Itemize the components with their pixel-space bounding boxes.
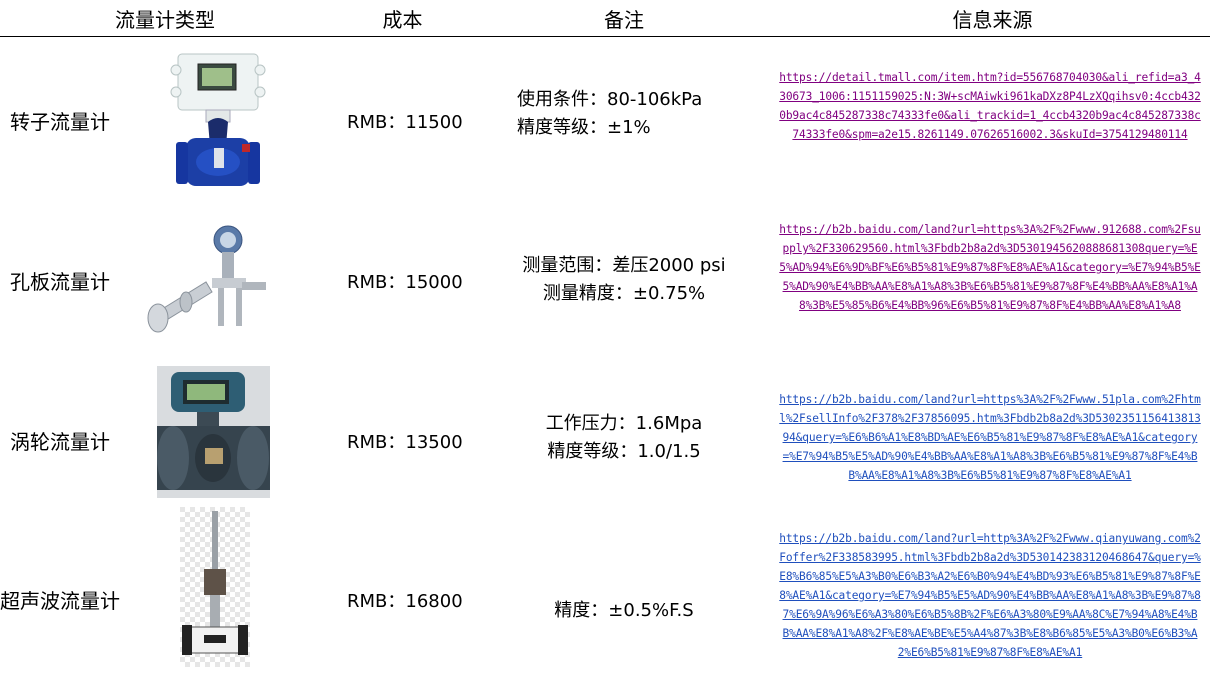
rotameter-image (168, 50, 268, 192)
table-header-row: 流量计类型 成本 备注 信息来源 (0, 0, 1210, 37)
note-line: 测量精度：±0.75% (542, 283, 706, 304)
note-cell: 精度：±0.5%F.S (478, 597, 770, 625)
turbine-meter-image (157, 366, 270, 498)
meter-type-label: 涡轮流量计 (10, 430, 110, 454)
note-line: 精度：±0.5%F.S (554, 600, 694, 621)
header-note: 备注 (604, 8, 644, 32)
table-row: 孔板流量计 RMB：15000 测量范围：差压2000 psi 测量精度：±0.… (0, 200, 1210, 360)
source-link[interactable]: https://detail.tmall.com/item.htm?id=556… (776, 68, 1204, 144)
orifice-meter-image (146, 222, 272, 334)
meter-type-label: 转子流量计 (10, 110, 110, 134)
note-line: 工作压力：1.6Mpa (545, 413, 703, 434)
ultrasonic-meter-image (180, 507, 250, 667)
table-row: 转子流量计 RMB：11500 使用条件：80-106kPa 精度等级：±1% … (0, 40, 1210, 200)
source-link[interactable]: https://b2b.baidu.com/land?url=https%3A%… (776, 390, 1204, 485)
note-line: 精度等级：±1% (517, 117, 651, 138)
note-cell: 测量范围：差压2000 psi 测量精度：±0.75% (478, 252, 770, 308)
header-type: 流量计类型 (115, 8, 215, 32)
source-link[interactable]: https://b2b.baidu.com/land?url=http%3A%2… (776, 529, 1204, 662)
cost-value: RMB：11500 (347, 112, 463, 133)
note-cell: 使用条件：80-106kPa 精度等级：±1% (517, 86, 702, 142)
cost-value: RMB：15000 (347, 272, 463, 293)
header-cost: 成本 (382, 8, 423, 32)
table-row: 涡轮流量计 RMB：13500 工作压力：1.6Mpa 精度等级：1.0/1.5… (0, 360, 1210, 510)
note-line: 使用条件：80-106kPa (517, 89, 703, 110)
cost-value: RMB：16800 (347, 591, 463, 612)
cost-value: RMB：13500 (347, 432, 463, 453)
note-line: 测量范围：差压2000 psi (522, 255, 726, 276)
header-source: 信息来源 (952, 8, 1033, 32)
source-link[interactable]: https://b2b.baidu.com/land?url=https%3A%… (776, 220, 1204, 315)
meter-type-label: 超声波流量计 (0, 589, 120, 613)
table-row: 超声波流量计 RMB：16800 精度：±0.5%F.S https://b2b… (0, 505, 1210, 678)
note-line: 精度等级：1.0/1.5 (547, 441, 701, 462)
note-cell: 工作压力：1.6Mpa 精度等级：1.0/1.5 (478, 410, 770, 466)
meter-type-label: 孔板流量计 (10, 270, 110, 294)
